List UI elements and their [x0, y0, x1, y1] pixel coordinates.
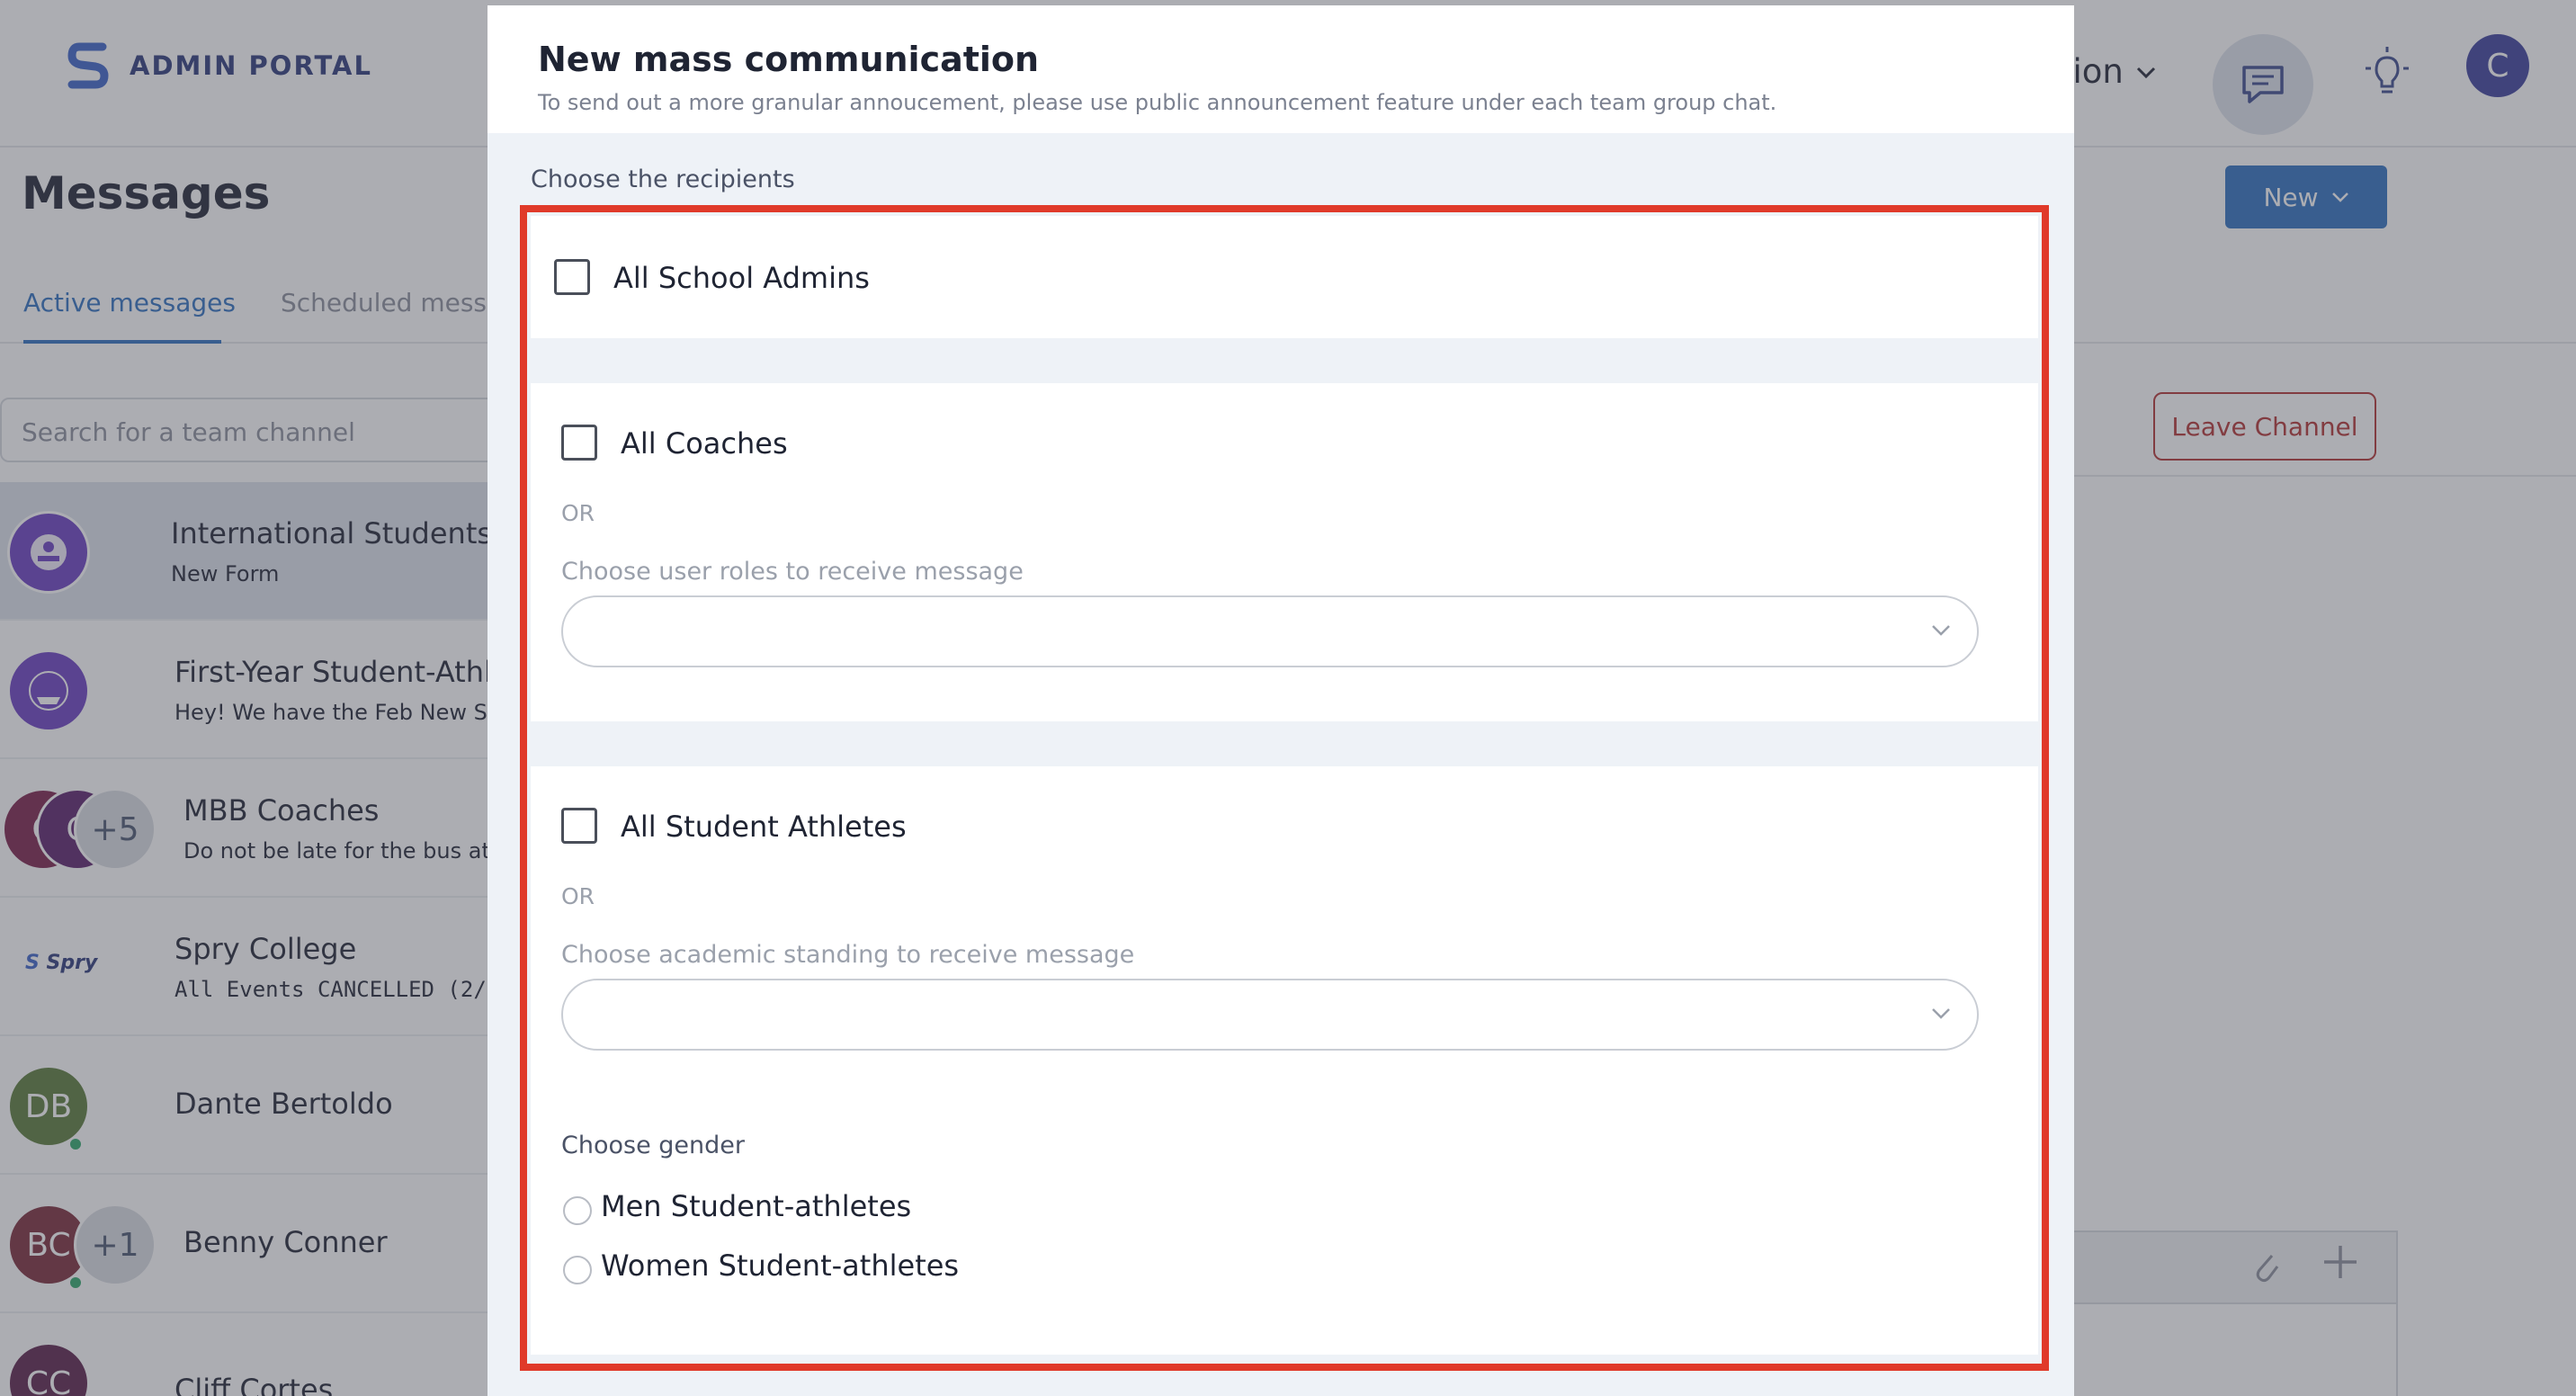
recipients-highlight-frame — [520, 205, 2049, 1371]
modal-subtitle: To send out a more granular annoucement,… — [538, 90, 1777, 115]
recipients-label: Choose the recipients — [531, 166, 795, 193]
modal-title: New mass communication — [538, 40, 1040, 79]
modal-header: New mass communication To send out a mor… — [487, 5, 2074, 133]
mass-communication-modal: New mass communication To send out a mor… — [487, 5, 2074, 1396]
